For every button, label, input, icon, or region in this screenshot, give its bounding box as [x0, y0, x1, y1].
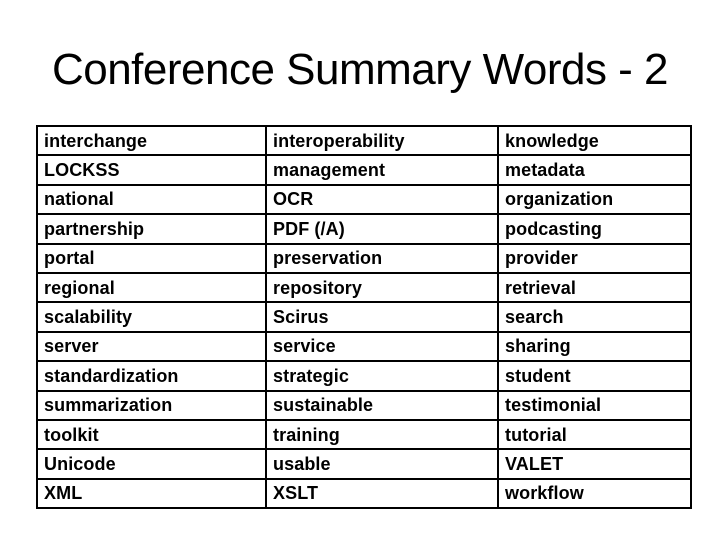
word-cell: organization [497, 183, 692, 216]
word-cell: national [36, 183, 267, 216]
table-row: scalability Scirus search [36, 301, 692, 333]
word-cell: interchange [36, 124, 267, 157]
word-cell: Unicode [36, 448, 267, 480]
word-cell: metadata [497, 154, 692, 186]
word-cell: LOCKSS [36, 154, 267, 186]
word-cell: provider [497, 242, 692, 274]
word-cell: PDF (/A) [265, 213, 499, 245]
word-cell: partnership [36, 213, 267, 245]
word-cell: strategic [265, 360, 499, 392]
word-cell: Scirus [265, 301, 499, 333]
word-cell: podcasting [497, 213, 692, 245]
table-row: partnership PDF (/A) podcasting [36, 213, 692, 245]
word-cell: search [497, 301, 692, 333]
table-row: standardization strategic student [36, 360, 692, 392]
word-cell: tutorial [497, 418, 692, 451]
word-cell: interoperability [265, 124, 499, 157]
table-row: XML XSLT workflow [36, 477, 692, 510]
table-row: interchange interoperability knowledge [36, 124, 692, 157]
word-cell: regional [36, 271, 267, 304]
table-row: Unicode usable VALET [36, 448, 692, 480]
table-row: LOCKSS management metadata [36, 154, 692, 186]
word-cell: toolkit [36, 418, 267, 451]
word-cell: server [36, 330, 267, 363]
summary-words-table: interchange interoperability knowledge LOCK… [36, 124, 692, 510]
word-cell: preservation [265, 242, 499, 274]
slide-title: Conference Summary Words - 2 [51, 45, 669, 94]
word-cell: testimonial [497, 389, 692, 421]
word-cell: workflow [497, 477, 692, 510]
word-cell: XML [36, 477, 267, 510]
word-cell: sharing [497, 330, 692, 363]
table-row: regional repository retrieval [36, 271, 692, 304]
table-row: portal preservation provider [36, 242, 692, 274]
table-row: server service sharing [36, 330, 692, 363]
word-cell: retrieval [497, 271, 692, 304]
word-cell: summarization [36, 389, 267, 421]
word-cell: knowledge [497, 124, 692, 157]
table-row: national OCR organization [36, 183, 692, 216]
summary-words-table-body: interchange interoperability knowledge LOCK… [36, 124, 692, 510]
word-cell: sustainable [265, 389, 499, 421]
word-cell: OCR [265, 183, 499, 216]
word-cell: VALET [497, 448, 692, 480]
word-cell: usable [265, 448, 499, 480]
word-cell: scalability [36, 301, 267, 333]
word-cell: management [265, 154, 499, 186]
word-cell: standardization [36, 360, 267, 392]
word-cell: student [497, 360, 692, 392]
word-cell: service [265, 330, 499, 363]
word-cell: repository [265, 271, 499, 304]
word-cell: XSLT [265, 477, 499, 510]
word-cell: training [265, 418, 499, 451]
table-row: toolkit training tutorial [36, 418, 692, 451]
word-cell: portal [36, 242, 267, 274]
table-row: summarization sustainable testimonial [36, 389, 692, 421]
